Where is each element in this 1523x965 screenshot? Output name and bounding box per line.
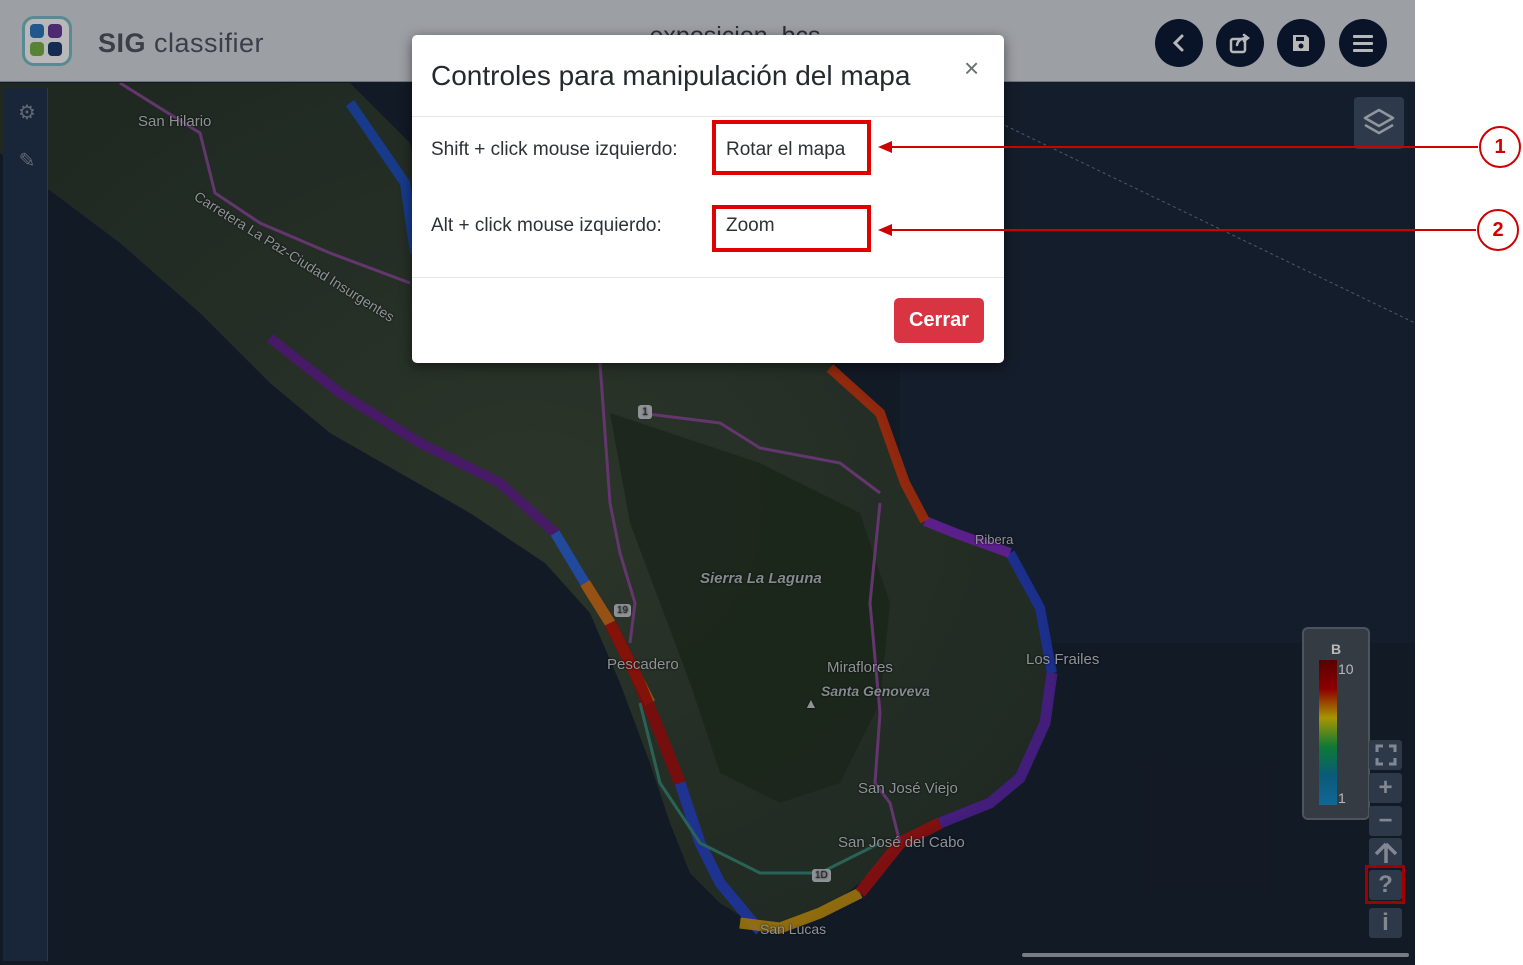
controls-help-dialog: Controles para manipulación del mapa × S… (412, 35, 1004, 363)
close-button[interactable]: Cerrar (894, 298, 984, 343)
annotation-number-2: 2 (1492, 219, 1504, 241)
shortcut-rotate-label: Shift + click mouse izquierdo: (431, 139, 678, 160)
app-window: San Hilario Carretera La Paz-Ciudad Insu… (0, 0, 1415, 965)
shortcut-rotate-action: Rotar el mapa (726, 139, 846, 160)
shortcut-zoom-label: Alt + click mouse izquierdo: (431, 215, 662, 236)
shortcut-zoom-action: Zoom (726, 215, 775, 236)
annotation-number-1: 1 (1494, 136, 1506, 158)
dialog-footer-divider (412, 277, 1004, 278)
close-icon[interactable]: × (964, 55, 979, 81)
dialog-divider (412, 116, 1004, 117)
dialog-title: Controles para manipulación del mapa (431, 60, 911, 91)
